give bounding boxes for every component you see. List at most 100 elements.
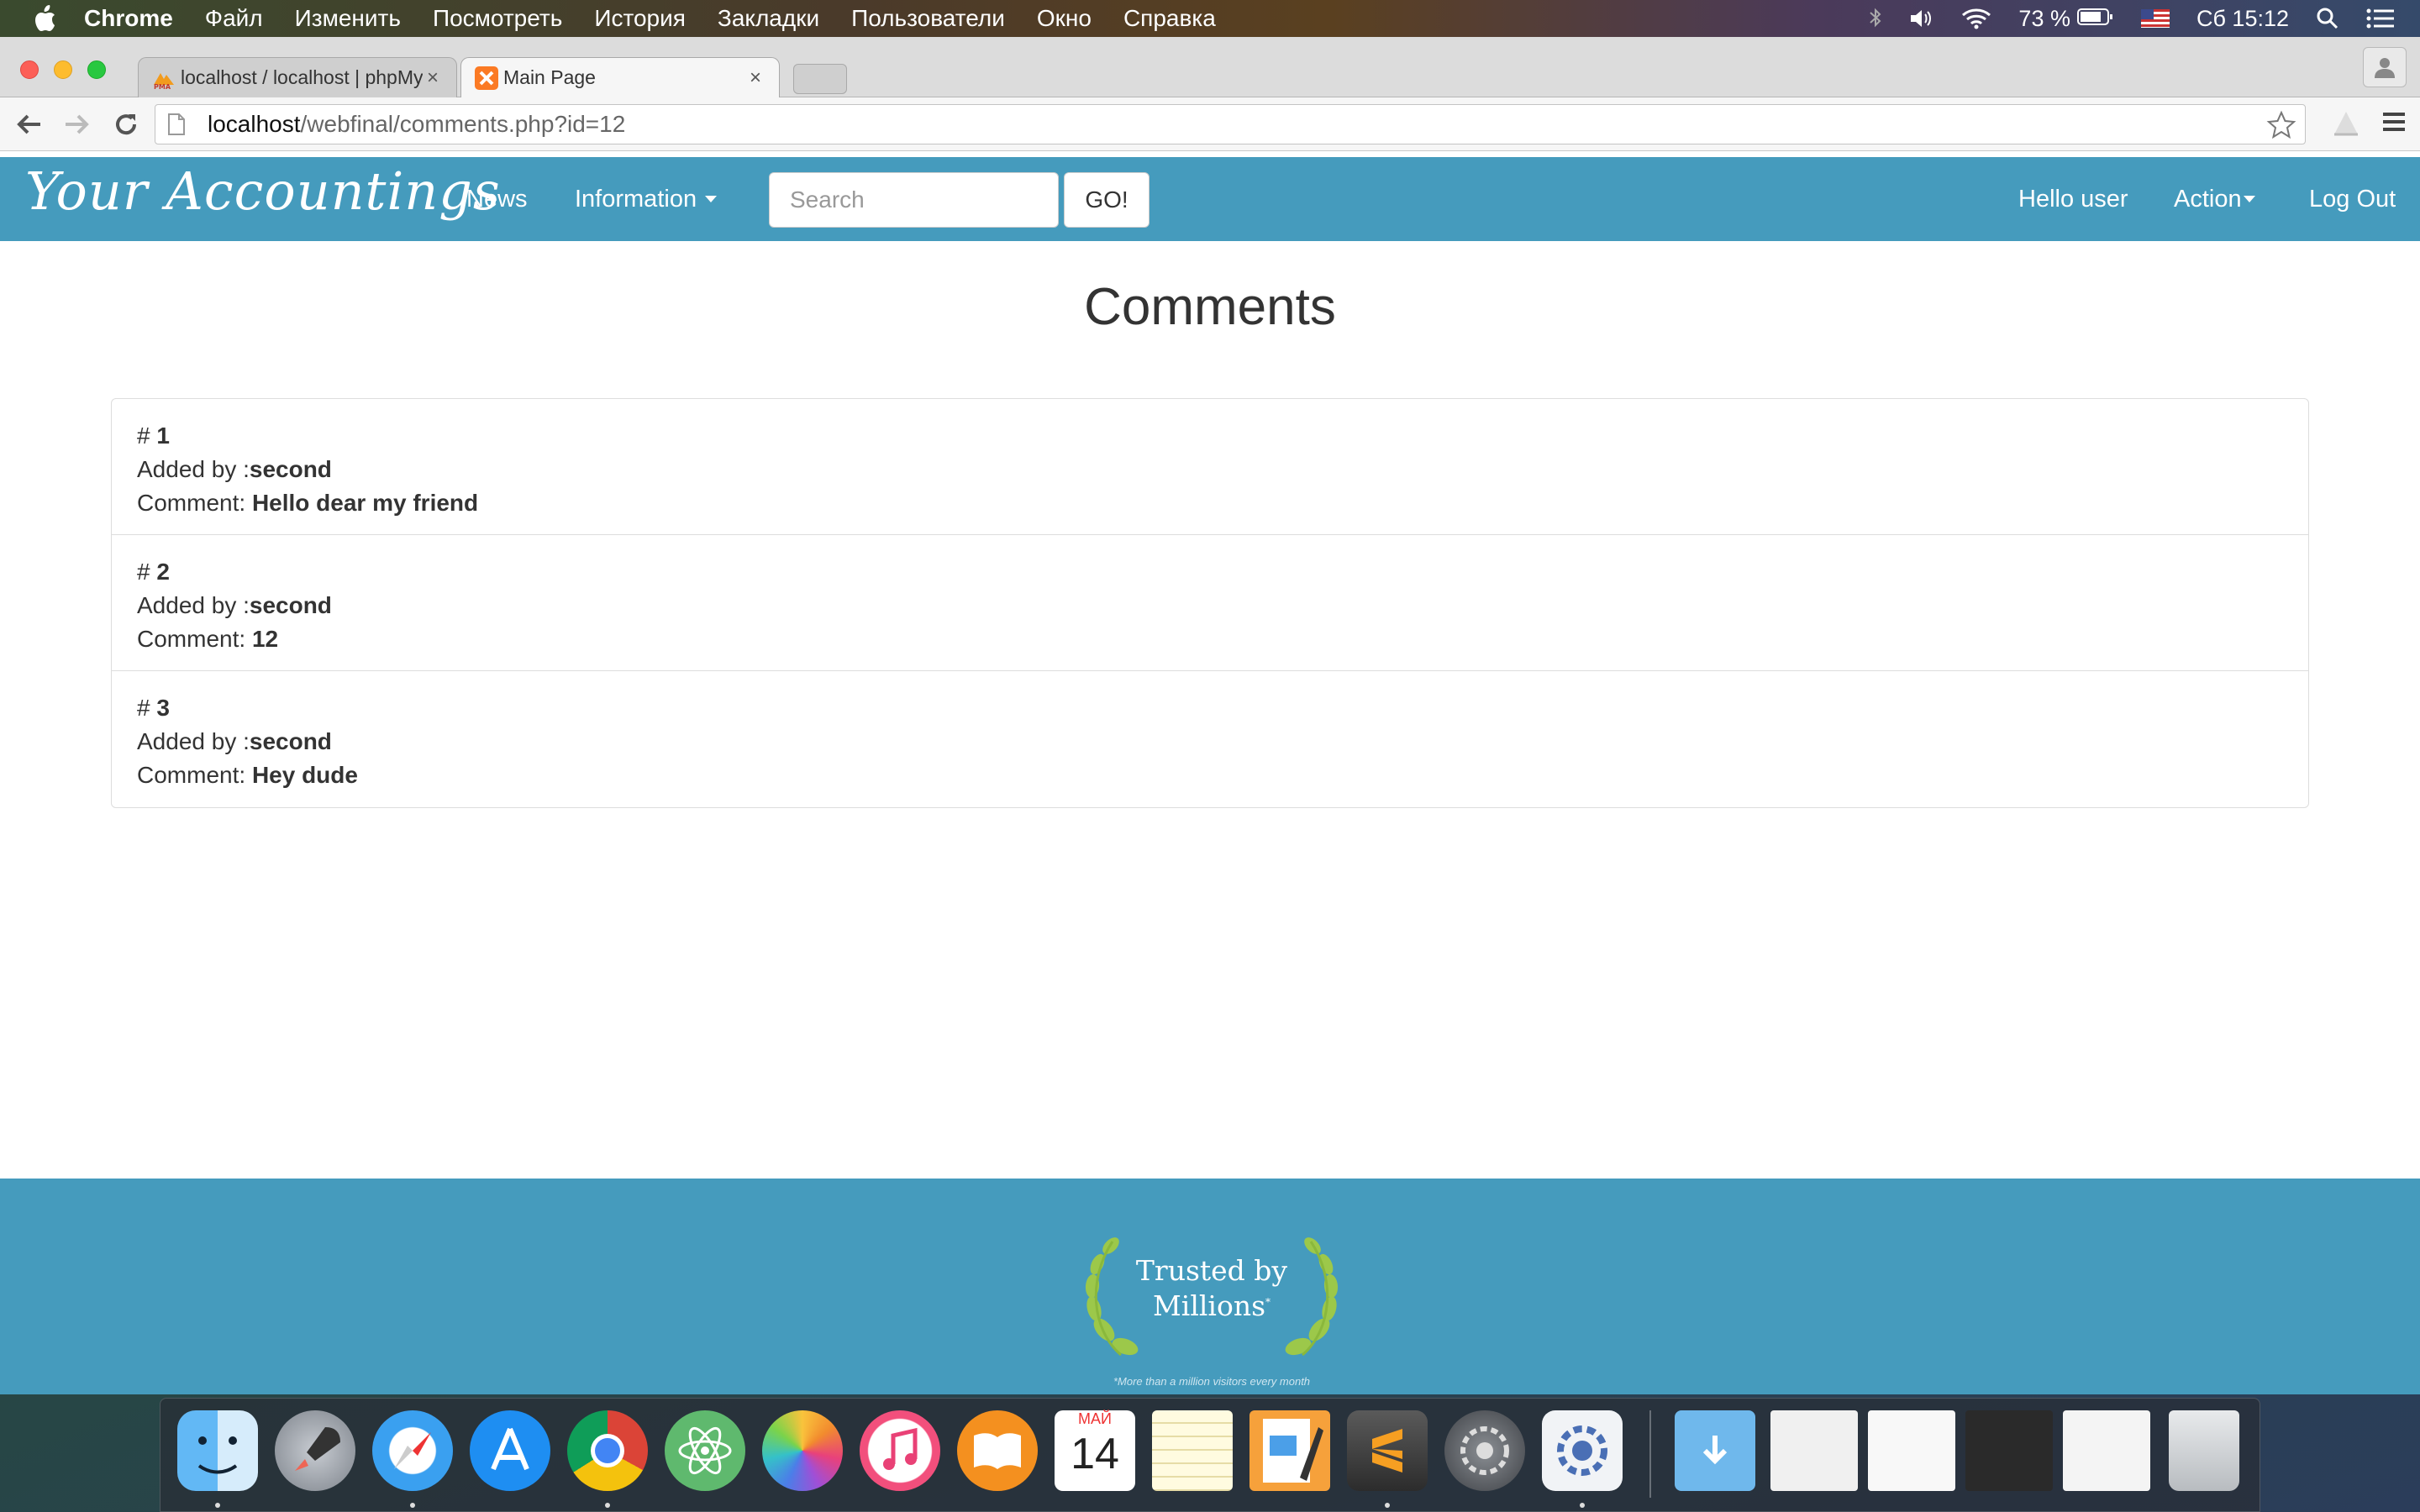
browser-menu-icon[interactable] [2381,109,2407,139]
itunes-icon[interactable] [860,1410,940,1491]
running-indicator [215,1503,220,1508]
search-input[interactable] [769,172,1059,228]
comment-text: Comment: 12 [137,626,279,652]
page-title: Comments [1084,278,1336,336]
dock-separator [1649,1410,1651,1498]
safari-icon[interactable] [372,1410,453,1491]
notes-icon[interactable] [1152,1410,1233,1491]
back-icon[interactable] [13,109,44,139]
finder-icon[interactable] [177,1410,258,1491]
nav-logout-link[interactable]: Log Out [2309,157,2396,241]
close-tab-icon[interactable]: × [423,66,443,90]
extension-icon[interactable] [2331,109,2361,142]
notification-center-icon[interactable] [2366,8,2395,29]
nav-news-link[interactable]: News [466,157,528,241]
window-thumbnail-1[interactable] [1770,1410,1858,1491]
tab-title: localhost / localhost | phpMyAdmin [181,66,423,88]
menu-history[interactable]: История [594,5,686,32]
menu-app-name[interactable]: Chrome [84,5,173,32]
menu-bookmarks[interactable]: Закладки [718,5,819,32]
minimize-window-button[interactable] [54,60,72,79]
badge-line-1: Trusted by [1135,1254,1288,1287]
app-store-icon[interactable] [470,1410,550,1491]
menu-view[interactable]: Посмотреть [433,5,562,32]
window-thumbnail-2[interactable] [1868,1410,1955,1491]
photos-icon[interactable] [762,1410,843,1491]
address-bar[interactable]: localhost/webfinal/comments.php?id=12 [155,104,2306,144]
xampp-icon [475,66,498,90]
comment-text: Comment: Hey dude [137,762,358,788]
nav-information-label: Information [575,185,697,213]
comment-author: Added by :second [137,728,332,754]
close-window-button[interactable] [20,60,39,79]
trash-icon[interactable] [2169,1410,2239,1491]
wifi-icon[interactable] [1961,8,1991,29]
reload-icon[interactable] [111,109,141,139]
macos-dock: МАЙ 14 [160,1398,2260,1512]
downloads-folder-icon[interactable] [1675,1410,1755,1491]
menu-file[interactable]: Файл [205,5,263,32]
atom-icon[interactable] [665,1410,745,1491]
volume-icon[interactable] [1909,8,1934,29]
nav-information-dropdown[interactable]: Information [575,157,718,241]
comment-item: # 1 Added by :second Comment: Hello dear… [112,399,2308,535]
battery-icon[interactable] [2076,6,2114,32]
menu-help[interactable]: Справка [1123,5,1216,32]
svg-text:PMA: PMA [154,83,171,90]
apple-menu-icon[interactable] [34,4,59,33]
comment-author: Added by :second [137,456,332,482]
site-brand-logo[interactable]: Your Accountings [25,160,501,222]
comment-author: Added by :second [137,592,332,618]
sublime-text-icon[interactable] [1347,1410,1428,1491]
running-indicator [410,1503,415,1508]
comments-list: # 1 Added by :second Comment: Hello dear… [111,398,2309,808]
launchpad-icon[interactable] [275,1410,355,1491]
comment-number: # 3 [137,695,170,721]
tab-phpmyadmin[interactable]: PMA localhost / localhost | phpMyAdmin × [138,57,457,97]
caret-down-icon [2243,196,2255,202]
profile-icon[interactable] [2363,47,2407,87]
battery-percent: 73 % [2018,5,2070,31]
url-path: /webfinal/comments.php?id=12 [300,111,626,137]
tab-main-page[interactable]: Main Page × [460,57,780,97]
window-thumbnail-4[interactable] [2063,1410,2150,1491]
comment-number: # 1 [137,423,170,449]
phpmyadmin-icon: PMA [152,66,176,91]
badge-line-2: Millions* [1152,1289,1271,1322]
zoom-window-button[interactable] [87,60,106,79]
comment-item: # 2 Added by :second Comment: 12 [112,535,2308,671]
pages-icon[interactable] [1249,1410,1330,1491]
menu-window[interactable]: Окно [1037,5,1092,32]
menu-clock[interactable]: Сб 15:12 [2196,6,2289,32]
bluetooth-icon[interactable] [1869,7,1882,30]
running-indicator [1580,1503,1585,1508]
window-controls [20,60,106,79]
ibooks-icon[interactable] [957,1410,1038,1491]
nav-action-dropdown[interactable]: Action [2174,157,2255,241]
macos-menu-bar: Chrome Файл Изменить Посмотреть История … [0,0,2420,37]
badge-footnote: *More than a million visitors every mont… [1113,1375,1311,1388]
close-tab-icon[interactable]: × [745,66,765,90]
new-tab-button[interactable] [793,64,847,94]
running-indicator [605,1503,610,1508]
search-go-button[interactable]: GO! [1064,172,1150,228]
window-thumbnail-3[interactable] [1965,1410,2053,1491]
spotlight-search-icon[interactable] [2316,7,2339,30]
xampp-manager-icon[interactable] [1542,1410,1623,1491]
nav-hello-user[interactable]: Hello user [2018,157,2128,241]
trusted-badge: Trusted by Millions* [1079,1229,1344,1363]
system-preferences-icon[interactable] [1444,1410,1525,1491]
calendar-icon[interactable]: МАЙ 14 [1055,1410,1135,1491]
menu-edit[interactable]: Изменить [295,5,401,32]
tab-title: Main Page [503,66,596,88]
chrome-icon[interactable] [567,1410,648,1491]
us-flag-icon[interactable] [2140,9,2170,28]
bookmark-star-icon[interactable] [2266,110,2296,146]
url-host: localhost [208,111,301,137]
chrome-window: PMA localhost / localhost | phpMyAdmin ×… [0,37,2420,1394]
site-footer: Trusted by Millions* *More than a millio… [0,1179,2420,1394]
page-icon [167,113,201,136]
tab-strip: PMA localhost / localhost | phpMyAdmin ×… [0,37,2420,97]
forward-icon[interactable] [62,109,92,139]
menu-people[interactable]: Пользователи [851,5,1005,32]
